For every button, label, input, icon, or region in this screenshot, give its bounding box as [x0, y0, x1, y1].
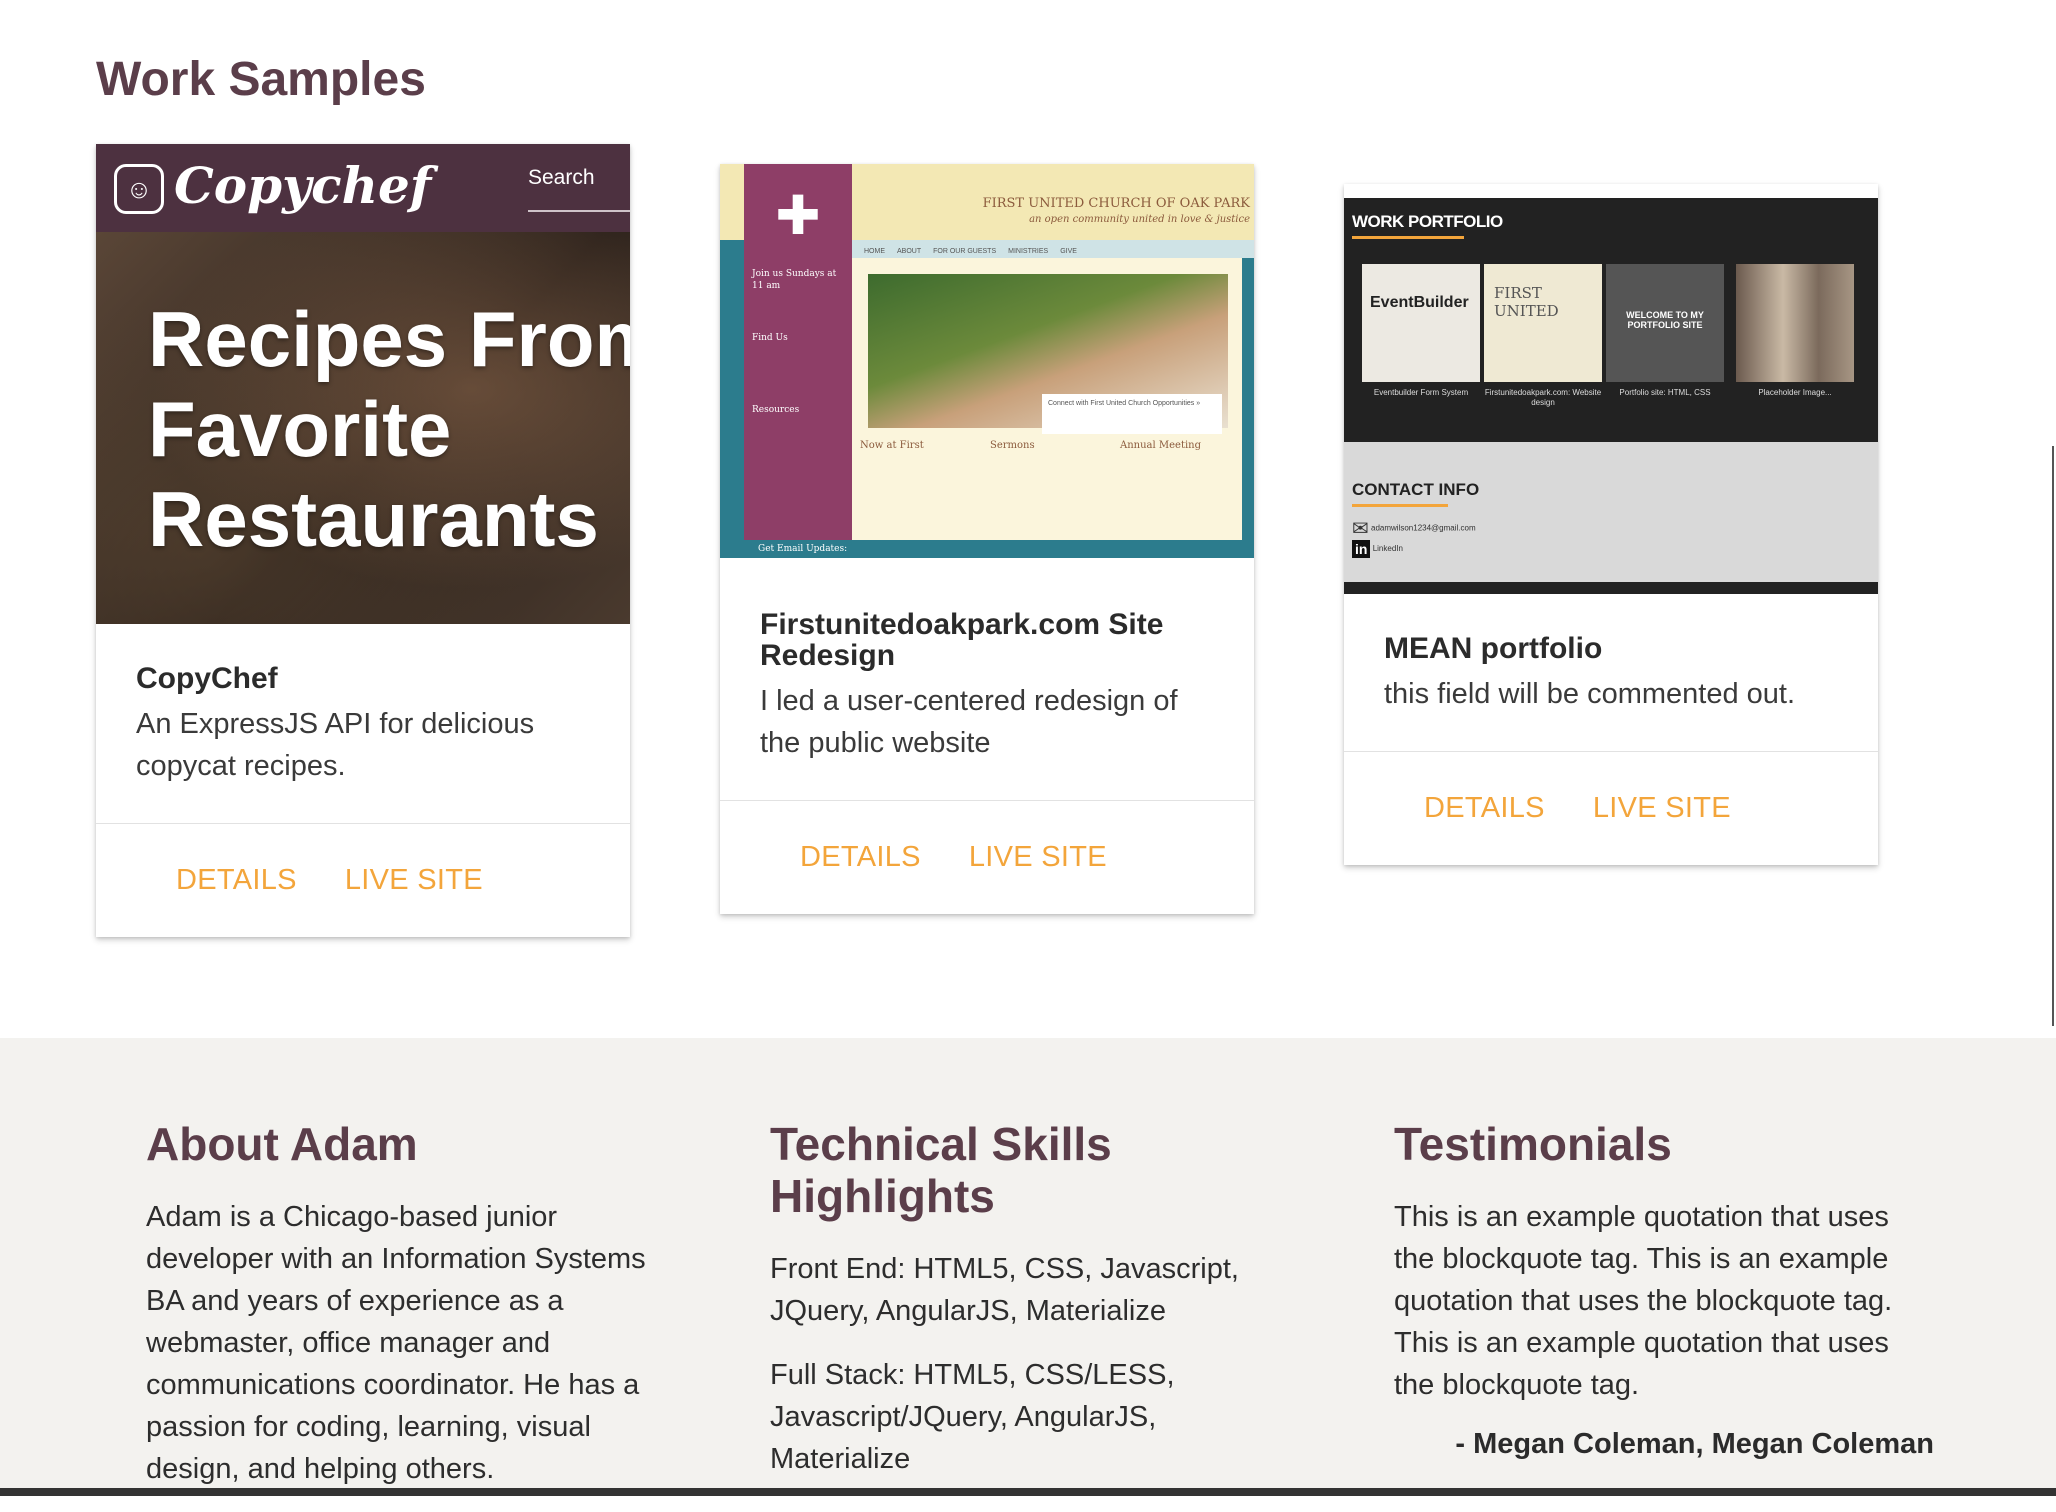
preview-email-row: ✉ adamwilson1234@gmail.com [1352, 518, 1476, 540]
card-actions: DETAILS LIVE SITE [720, 799, 1254, 914]
preview-email-bar: Get Email Updates: [744, 540, 1254, 558]
preview-search-label: Search [528, 166, 595, 189]
preview-search-underline [528, 210, 630, 212]
card-content: CopyChef An ExpressJS API for delicious … [96, 624, 630, 823]
chef-hat-icon: ☺ [114, 164, 164, 214]
card-description: I led a user-centered redesign of the pu… [760, 684, 1178, 759]
testimonial-quote: This is an example quotation that uses t… [1394, 1201, 1893, 1401]
live-site-link[interactable]: LIVE SITE [345, 864, 483, 897]
skills-front-end: Front End: HTML5, CSS, Javascript, JQuer… [770, 1253, 1239, 1327]
preview-sidebar-text: Join us Sundays at 11 am Find Us Resourc… [752, 269, 837, 415]
live-site-link[interactable]: LIVE SITE [969, 841, 1107, 874]
preview-thumb: FIRST UNITED [1484, 264, 1602, 382]
card-title: Firstunitedoakpark.com Site Redesign [760, 608, 1164, 672]
card-title: MEAN portfolio [1384, 632, 1603, 665]
preview-site-title: FIRST UNITED CHURCH OF OAK PARK [982, 196, 1250, 211]
preview-portfolio-site: WORK PORTFOLIO EventBuilder Eventbuilder… [1344, 184, 1878, 594]
preview-work-heading: WORK PORTFOLIO [1352, 212, 1503, 231]
card-actions: DETAILS LIVE SITE [96, 822, 630, 937]
preview-columns: Now at First Sermons Annual Meeting [860, 440, 1202, 451]
preview-header: ☺ Copychef Search [96, 144, 630, 232]
card-actions: DETAILS LIVE SITE [1344, 750, 1878, 865]
card-title: CopyChef [136, 662, 278, 695]
preview-thumb [1736, 264, 1854, 382]
about-section: About Adam Adam is a Chicago-based junio… [0, 1038, 2056, 1496]
testimonials-column: Testimonials This is an example quotatio… [1394, 1118, 1934, 1461]
card-content: MEAN portfolio this field will be commen… [1344, 594, 1878, 751]
testimonials-heading: Testimonials [1394, 1118, 1672, 1170]
preview-thumb: EventBuilder [1362, 264, 1480, 382]
preview-logo: Copychef [174, 156, 432, 215]
about-text: Adam is a Chicago-based junior developer… [146, 1201, 646, 1485]
work-samples-title: Work Samples [96, 53, 426, 106]
details-link[interactable]: DETAILS [800, 841, 921, 874]
about-column: About Adam Adam is a Chicago-based junio… [146, 1118, 656, 1512]
preview-caption: Connect with First United Church Opportu… [1042, 394, 1222, 434]
skills-heading: Technical Skills Highlights [770, 1118, 1112, 1222]
preview-linkedin-row: in LinkedIn [1352, 540, 1403, 558]
work-card-mean-portfolio: WORK PORTFOLIO EventBuilder Eventbuilder… [1344, 184, 1878, 865]
card-description: this field will be commented out. [1384, 677, 1796, 710]
details-link[interactable]: DETAILS [176, 864, 297, 897]
testimonial-author: - Megan Coleman, Megan Coleman [1455, 1428, 1934, 1460]
about-heading: About Adam [146, 1118, 418, 1170]
skills-column: Technical Skills Highlights Front End: H… [770, 1118, 1270, 1502]
linkedin-icon: in [1352, 540, 1371, 558]
work-card-copychef: ☺ Copychef Search Recipes From Favorite … [96, 144, 630, 937]
card-image[interactable]: WORK PORTFOLIO EventBuilder Eventbuilder… [1344, 184, 1878, 594]
live-site-link[interactable]: LIVE SITE [1593, 792, 1731, 825]
church-logo-icon: ✚ [775, 186, 821, 246]
preview-site-subtitle: an open community united in love & justi… [1029, 214, 1250, 225]
preview-church-site: ✚ FIRST UNITED CHURCH OF OAK PARK an ope… [720, 164, 1254, 558]
footer-edge [0, 1488, 2056, 1496]
preview-contact-heading: CONTACT INFO [1352, 480, 1480, 499]
work-card-firstunited: ✚ FIRST UNITED CHURCH OF OAK PARK an ope… [720, 164, 1254, 914]
scrollbar-edge[interactable] [2052, 446, 2054, 1026]
card-description: An ExpressJS API for delicious copycat r… [136, 707, 535, 782]
details-link[interactable]: DETAILS [1424, 792, 1545, 825]
preview-nav: HOME ABOUT FOR OUR GUESTS MINISTRIES GIVE [852, 240, 1254, 258]
card-content: Firstunitedoakpark.com Site Redesign I l… [720, 558, 1254, 800]
card-image[interactable]: ✚ FIRST UNITED CHURCH OF OAK PARK an ope… [720, 164, 1254, 558]
preview-hero-text: Recipes From Favorite Restaurants [148, 295, 630, 563]
card-image[interactable]: ☺ Copychef Search Recipes From Favorite … [96, 144, 630, 624]
skills-full-stack: Full Stack: HTML5, CSS/LESS, Javascript/… [770, 1359, 1175, 1475]
preview-thumb: WELCOME TO MY PORTFOLIO SITE [1606, 264, 1724, 382]
envelope-icon: ✉ [1352, 518, 1369, 540]
